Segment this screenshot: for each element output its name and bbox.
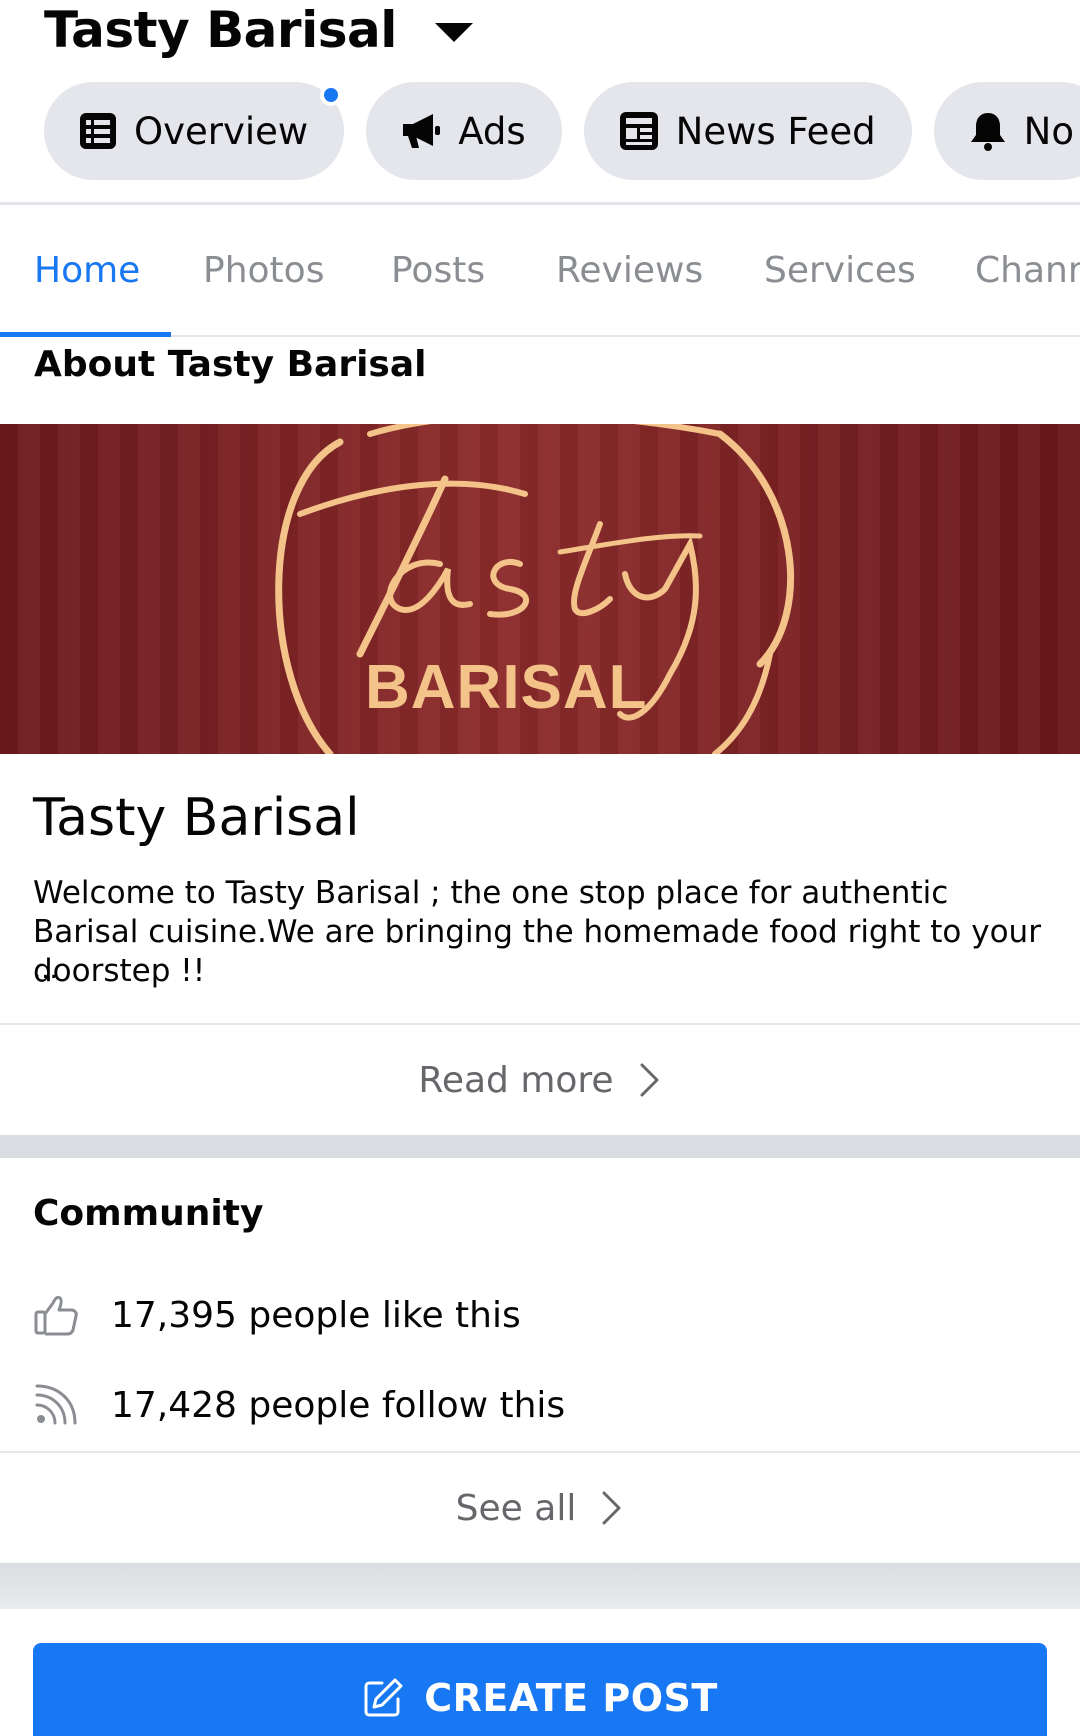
tab-posts[interactable]: Posts xyxy=(391,205,485,335)
read-more-button[interactable]: Read more xyxy=(0,1025,1080,1135)
chip-overview-label: Overview xyxy=(134,109,309,153)
chip-news-feed-label: News Feed xyxy=(675,109,876,153)
see-all-label: See all xyxy=(455,1487,577,1529)
likes-count: 17,395 people like this xyxy=(111,1294,521,1336)
chip-notifications[interactable]: No xyxy=(933,82,1080,180)
section-separator xyxy=(0,1135,1080,1158)
business-name: Tasty Barisal xyxy=(33,788,360,848)
likes-row: 17,395 people like this xyxy=(33,1293,521,1337)
follows-row: 17,428 people follow this xyxy=(33,1383,565,1427)
rss-follow-icon xyxy=(35,1384,77,1425)
tab-channels[interactable]: Chann xyxy=(975,205,1080,335)
community-section-title: Community xyxy=(33,1193,264,1234)
chip-news-feed[interactable]: News Feed xyxy=(583,82,912,180)
about-section-title: About Tasty Barisal xyxy=(34,344,427,385)
tab-home[interactable]: Home xyxy=(34,205,140,335)
cover-brand-text: BARISAL xyxy=(365,653,648,722)
notification-dot xyxy=(320,84,343,106)
edit-icon xyxy=(364,1678,403,1717)
create-post-button[interactable]: CREATE POST xyxy=(33,1643,1047,1736)
bell-icon xyxy=(970,113,1005,151)
business-description: Welcome to Tasty Barisal ; the one stop … xyxy=(33,875,1041,989)
create-post-label: CREATE POST xyxy=(424,1676,718,1720)
active-tab-indicator xyxy=(0,332,171,337)
tab-reviews[interactable]: Reviews xyxy=(556,205,703,335)
chip-ads[interactable]: Ads xyxy=(366,82,562,180)
tab-photos[interactable]: Photos xyxy=(203,205,324,335)
tab-services[interactable]: Services xyxy=(764,205,916,335)
chevron-right-icon xyxy=(602,1491,621,1525)
see-all-button[interactable]: See all xyxy=(0,1453,1080,1563)
chevron-right-icon xyxy=(640,1063,659,1097)
read-more-label: Read more xyxy=(418,1059,614,1101)
chip-overview[interactable]: Overview xyxy=(44,82,345,180)
caret-down-icon[interactable] xyxy=(434,22,473,42)
chip-ads-label: Ads xyxy=(458,109,526,153)
follows-count: 17,428 people follow this xyxy=(111,1384,566,1426)
cover-photo[interactable]: BARISAL xyxy=(0,424,1080,754)
page-header: Tasty Barisal Overview Ads News Feed No xyxy=(0,0,1080,205)
news-feed-icon xyxy=(619,112,658,150)
megaphone-icon xyxy=(403,114,441,148)
page-switcher[interactable]: Tasty Barisal xyxy=(44,0,473,60)
chip-bar: Overview Ads News Feed No xyxy=(44,82,1080,180)
list-icon xyxy=(80,113,116,149)
thumbs-up-icon xyxy=(34,1295,78,1336)
description-ellipsis: ... xyxy=(33,955,58,985)
page-tabs: Home Photos Posts Reviews Services Chann xyxy=(0,205,1080,337)
page-title: Tasty Barisal xyxy=(44,1,397,59)
section-separator xyxy=(0,1563,1080,1609)
chip-notifications-label: No xyxy=(1023,109,1074,153)
